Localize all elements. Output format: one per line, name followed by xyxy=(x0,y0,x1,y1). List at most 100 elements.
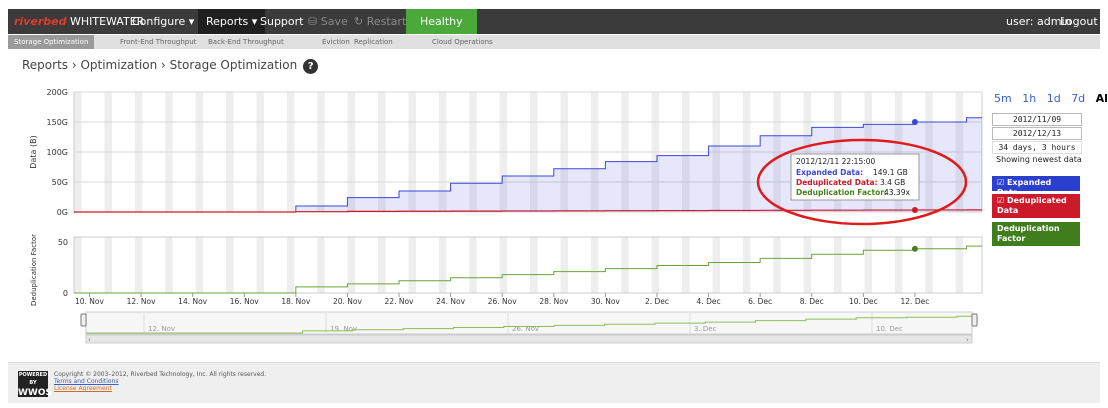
tooltip-factor-label: Deduplication Factor: xyxy=(796,188,887,197)
x-tick-label: 12. Nov xyxy=(127,297,157,306)
stripe xyxy=(408,237,416,293)
x-tick-label: 14. Nov xyxy=(178,297,208,306)
start-date-field[interactable]: 2012/11/09 14:00:00 xyxy=(992,113,1082,135)
stripe xyxy=(195,237,204,293)
x-tick-label: 6. Dec xyxy=(748,297,772,306)
y-tick-label: 150G xyxy=(47,118,68,127)
factor-hover-point xyxy=(911,245,918,252)
bottom-y-ticks: 50 0 xyxy=(58,238,68,298)
copyright-text: Copyright © 2003–2012, Riverbed Technolo… xyxy=(54,371,267,378)
stripe xyxy=(438,237,447,293)
range-5m[interactable]: 5m xyxy=(994,92,1012,105)
stripe xyxy=(682,237,690,293)
stripe xyxy=(925,237,933,293)
legend-expanded-data[interactable]: ☑ Expanded Data xyxy=(992,176,1080,197)
y-tick-label: 0G xyxy=(57,208,68,217)
navigator-left-handle[interactable] xyxy=(80,313,87,327)
stripe xyxy=(286,237,295,293)
stripe xyxy=(530,237,538,293)
stripe xyxy=(590,237,599,293)
x-tick-label: 20. Nov xyxy=(333,297,363,306)
stripe xyxy=(621,237,629,293)
stripe xyxy=(773,237,781,293)
stripe xyxy=(894,237,903,293)
legend-deduplication-factor[interactable]: Deduplication Factor xyxy=(992,222,1080,246)
x-tick-label: 4. Dec xyxy=(697,297,721,306)
navigator-label: 12. Nov xyxy=(148,325,175,333)
x-tick-label: 28. Nov xyxy=(539,297,569,306)
stripe xyxy=(864,237,872,293)
factor-line xyxy=(74,245,982,294)
stripe xyxy=(165,237,173,293)
x-tick-label: 2. Dec xyxy=(645,297,669,306)
x-tick-label: 8. Dec xyxy=(800,297,824,306)
terms-link[interactable]: Terms and Conditions xyxy=(54,378,266,385)
x-tick-label: 12. Dec xyxy=(901,297,930,306)
x-axis-ticks: 10. Nov 12. Nov 14. Nov 16. Nov 18. Nov 20. N… xyxy=(75,293,929,306)
x-tick-label: 18. Nov xyxy=(281,297,311,306)
x-tick-label: 10. Nov xyxy=(75,297,105,306)
legend-deduplicated-data[interactable]: ☑ Deduplicated Data xyxy=(992,194,1080,218)
footer-text: Copyright © 2003–2012, Riverbed Technolo… xyxy=(54,371,266,392)
tooltip-expanded-value: 149.1 GB xyxy=(873,168,908,177)
stripe xyxy=(803,237,812,293)
top-y-ticks: 200G 150G 100G 50G 0G xyxy=(47,88,68,217)
x-tick-label: 24. Nov xyxy=(436,297,466,306)
bottom-background-stripes xyxy=(74,237,964,293)
y-tick-label: 100G xyxy=(47,148,68,157)
navigator-label: 10. Dec xyxy=(876,325,903,333)
duration-display: 34 days, 3 hours xyxy=(992,141,1082,154)
x-tick-label: 26. Nov xyxy=(488,297,518,306)
top-y-axis-label: Data (B) xyxy=(29,135,38,168)
x-tick-label: 30. Nov xyxy=(591,297,621,306)
stripe xyxy=(256,237,264,293)
stripe xyxy=(104,237,112,293)
stripe xyxy=(226,237,234,293)
tooltip-dedup-label: Deduplicated Data: xyxy=(796,178,878,187)
stripe xyxy=(651,237,660,293)
x-tick-label: 16. Nov xyxy=(230,297,260,306)
scroll-left-icon[interactable]: ‹ xyxy=(88,336,91,344)
bottom-plot-frame xyxy=(73,236,983,294)
end-date-field[interactable]: 2012/12/13 17:53:10 xyxy=(992,127,1082,149)
stripe xyxy=(712,237,720,293)
stripe xyxy=(378,237,386,293)
page-footer: POWERED BY WWOS Copyright © 2003–2012, Ri… xyxy=(8,362,1100,403)
bottom-y-axis-label: Deduplication Factor xyxy=(30,234,38,306)
stripe xyxy=(560,237,568,293)
y-tick-label: 50 xyxy=(58,238,68,247)
scroll-right-icon[interactable]: › xyxy=(966,336,969,344)
range-1h[interactable]: 1h xyxy=(1022,92,1036,105)
stripe xyxy=(74,237,82,293)
dedup-hover-point xyxy=(911,206,918,213)
range-7d[interactable]: 7d xyxy=(1071,92,1085,105)
x-tick-label: 22. Nov xyxy=(385,297,415,306)
range-1d[interactable]: 1d xyxy=(1047,92,1061,105)
navigator-right-handle[interactable] xyxy=(971,313,978,327)
tooltip-factor-value: 43.39x xyxy=(884,188,910,197)
license-link[interactable]: License Agreement xyxy=(54,385,266,392)
y-tick-label: 50G xyxy=(52,178,68,187)
y-tick-label: 200G xyxy=(47,88,68,97)
storage-chart: 200G 150G 100G 50G 0G Data (B) 50 0 Deduplica… xyxy=(29,88,983,344)
range-all[interactable]: All xyxy=(1096,92,1108,105)
x-tick-label: 10. Dec xyxy=(849,297,878,306)
stripe xyxy=(347,237,356,293)
stripe xyxy=(317,237,325,293)
tooltip-expanded-label: Expanded Data: xyxy=(796,168,863,177)
showing-newest-label: Showing newest data xyxy=(996,155,1082,164)
stripe xyxy=(499,237,508,293)
stripe xyxy=(742,237,751,293)
data-tooltip: 2012/12/11 22:15:00 Expanded Data: 149.1… xyxy=(790,153,920,201)
range-selector: 5m 1h 1d 7d All xyxy=(994,92,1108,105)
stripe xyxy=(955,237,964,293)
navigator-scrollbar[interactable] xyxy=(85,334,973,344)
expanded-hover-point xyxy=(911,119,918,125)
bottom-plot-series xyxy=(74,245,982,294)
navigator-label: 19. Nov xyxy=(330,325,357,333)
y-tick-label: 0 xyxy=(63,289,68,298)
tooltip-time: 2012/12/11 22:15:00 xyxy=(796,157,876,166)
stripe xyxy=(469,237,477,293)
navigator-label: 3. Dec xyxy=(694,325,717,333)
wwos-badge: POWERED BY WWOS xyxy=(18,371,52,398)
